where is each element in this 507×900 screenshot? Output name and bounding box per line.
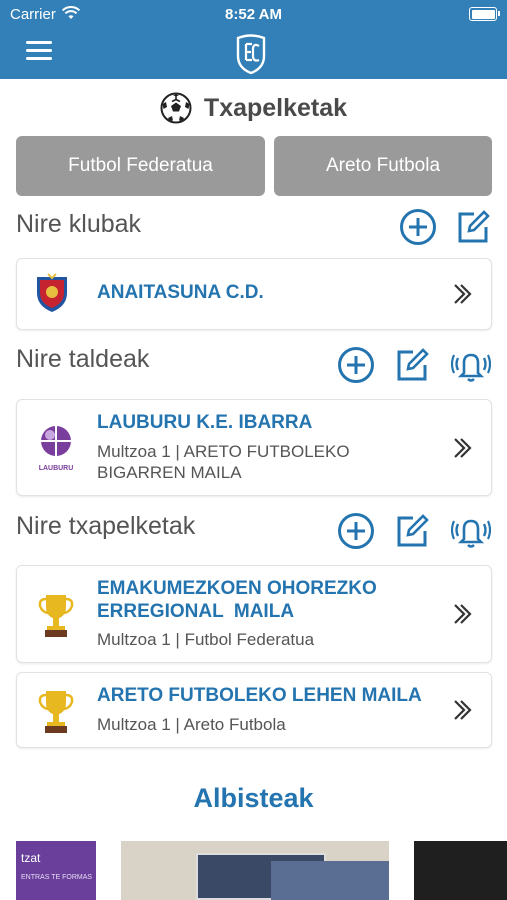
tournament-subtitle: Multzoa 1 | Futbol Federatua bbox=[97, 630, 315, 649]
trophy-icon bbox=[38, 691, 74, 733]
section-teams-label: Nire taldeak bbox=[16, 345, 150, 373]
add-club-icon[interactable] bbox=[399, 208, 437, 246]
chevron-right-icon bbox=[454, 284, 472, 304]
news-item[interactable] bbox=[414, 841, 507, 900]
logo-icon bbox=[236, 34, 266, 74]
chevron-right-icon bbox=[454, 604, 472, 624]
edit-teams-icon[interactable] bbox=[393, 346, 431, 384]
trophy-icon bbox=[38, 595, 74, 637]
team-card[interactable]: LAUBURU LAUBURU K.E. IBARRA Multzoa 1 | … bbox=[16, 399, 492, 496]
tab-areto-futbola[interactable]: Areto Futbola bbox=[274, 136, 492, 196]
section-tournaments-label: Nire txapelketak bbox=[16, 512, 196, 540]
nav-bar bbox=[0, 30, 507, 79]
team-subtitle-line2: BIGARREN MAILA bbox=[97, 463, 242, 482]
club-card[interactable]: ANAITASUNA C.D. bbox=[16, 258, 492, 330]
section-clubs-label: Nire klubak bbox=[16, 210, 142, 238]
team-logo: LAUBURU bbox=[37, 424, 75, 472]
tournament-name-line2: ERREGIONAL MAILA bbox=[97, 601, 295, 622]
edit-clubs-icon[interactable] bbox=[454, 208, 492, 246]
news-title: Albisteak bbox=[193, 783, 314, 813]
team-subtitle-line1: Multzoa 1 | ARETO FUTBOLEKO bbox=[97, 442, 350, 461]
bell-tournaments-icon[interactable] bbox=[451, 512, 491, 550]
news-image bbox=[271, 861, 389, 900]
news-item-small-text: ENTRAS TE FORMAS bbox=[21, 874, 93, 881]
page-title-row: Txapelketak bbox=[0, 88, 507, 128]
bell-teams-icon[interactable] bbox=[451, 346, 491, 384]
tournament-subtitle: Multzoa 1 | Areto Futbola bbox=[97, 715, 286, 734]
chevron-right-icon bbox=[454, 437, 472, 458]
team-name: LAUBURU K.E. IBARRA bbox=[97, 412, 313, 433]
club-crest-icon bbox=[37, 273, 67, 312]
news-item[interactable]: tzat ENTRAS TE FORMAS bbox=[16, 841, 96, 900]
news-item[interactable] bbox=[121, 841, 389, 900]
tournament-name: ARETO FUTBOLEKO LEHEN MAILA bbox=[97, 685, 422, 706]
menu-icon[interactable] bbox=[26, 41, 52, 61]
status-bar: Carrier 8:52 AM bbox=[0, 0, 507, 30]
tab-futbol-federatua[interactable]: Futbol Federatua bbox=[16, 136, 265, 196]
news-item-text: tzat bbox=[21, 851, 41, 865]
page-title: Txapelketak bbox=[203, 93, 348, 122]
battery-icon bbox=[469, 7, 500, 21]
club-name: ANAITASUNA C.D. bbox=[97, 282, 264, 303]
tournament-name-line1: EMAKUMEZKOEN OHOREZKO bbox=[97, 578, 377, 599]
tournament-card[interactable]: EMAKUMEZKOEN OHOREZKO ERREGIONAL MAILA M… bbox=[16, 565, 492, 663]
soccer-ball-icon bbox=[160, 92, 192, 124]
chevron-right-icon bbox=[454, 700, 472, 720]
add-tournament-icon[interactable] bbox=[337, 512, 375, 550]
status-time: 8:52 AM bbox=[225, 6, 282, 23]
tournament-card[interactable]: ARETO FUTBOLEKO LEHEN MAILA Multzoa 1 | … bbox=[16, 672, 492, 748]
add-team-icon[interactable] bbox=[337, 346, 375, 384]
edit-tournaments-icon[interactable] bbox=[393, 512, 431, 550]
